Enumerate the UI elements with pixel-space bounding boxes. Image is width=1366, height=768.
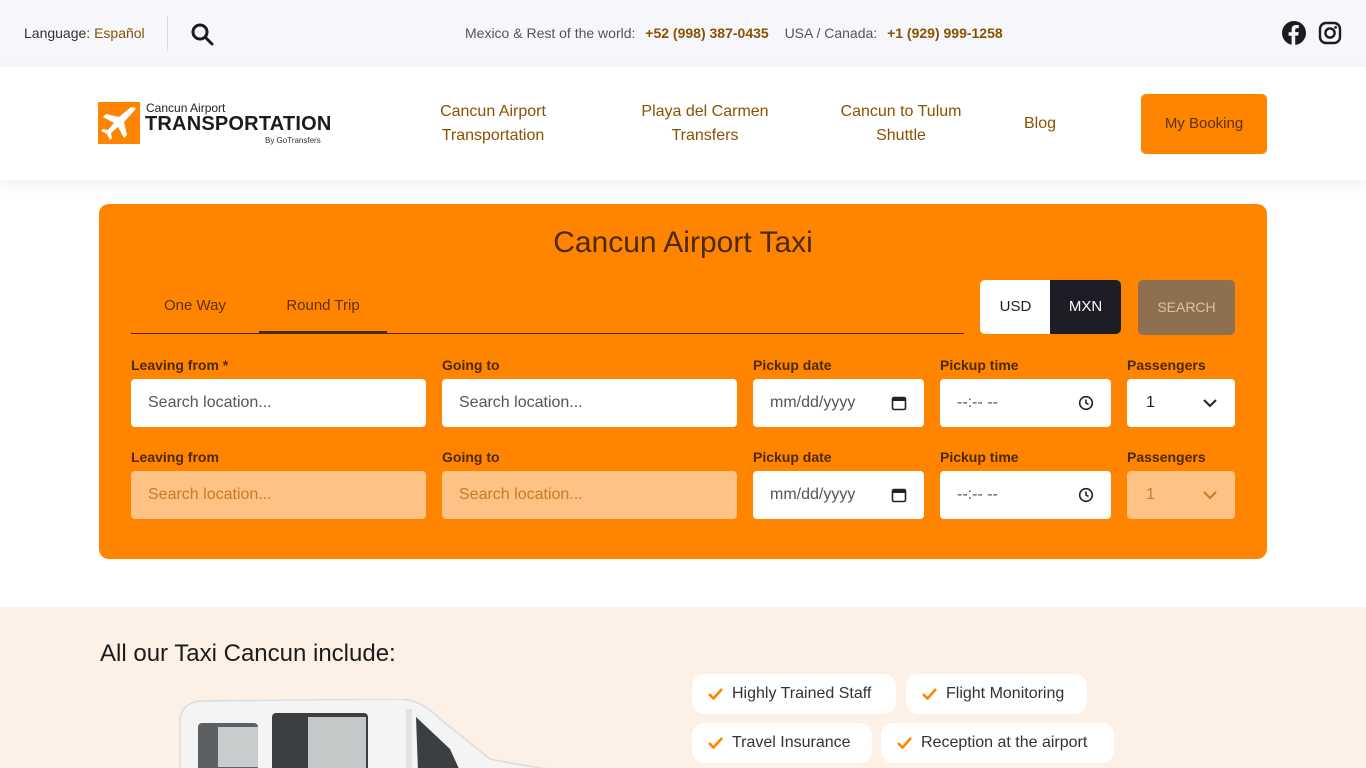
- feature-chip: Flight Monitoring: [906, 674, 1087, 714]
- booking-card: Cancun Airport Taxi One Way Round Trip U…: [99, 204, 1267, 559]
- pickup-date-label: Pickup date: [753, 357, 832, 373]
- going-to-label: Going to: [442, 357, 500, 373]
- feature-label: Flight Monitoring: [946, 685, 1065, 702]
- features-section: All our Taxi Cancun include: Highly Trai…: [0, 607, 1366, 768]
- chevron-down-icon: [1203, 399, 1217, 408]
- feature-label: Reception at the airport: [921, 734, 1088, 751]
- passengers-select[interactable]: 1: [1127, 379, 1235, 427]
- passengers-value: 1: [1146, 394, 1155, 411]
- return-going-to-input[interactable]: Search location...: [442, 471, 737, 519]
- nav-label-line1: Playa del Carmen: [641, 103, 769, 120]
- feature-chip: Travel Insurance: [692, 723, 872, 763]
- return-going-to-label: Going to: [442, 449, 500, 465]
- nav-label-line2: Transportation: [441, 127, 545, 144]
- language-switcher: Language: Español: [24, 25, 145, 41]
- feature-label: Highly Trained Staff: [732, 685, 872, 702]
- currency-usd-button[interactable]: USD: [980, 280, 1051, 334]
- usa-phone-link[interactable]: +1 (929) 999-1258: [887, 25, 1003, 41]
- site-logo[interactable]: Cancun Airport TRANSPORTATION By GoTrans…: [98, 101, 333, 147]
- feature-chip: Reception at the airport: [881, 723, 1114, 763]
- booking-title: Cancun Airport Taxi: [553, 226, 813, 259]
- date-value: mm/dd/yyyy: [770, 394, 856, 411]
- chevron-down-icon: [1203, 491, 1217, 500]
- search-button[interactable]: SEARCH: [1138, 280, 1235, 335]
- my-booking-button[interactable]: My Booking: [1141, 94, 1267, 154]
- contact-phones: Mexico & Rest of the world: +52 (998) 38…: [465, 25, 1015, 41]
- return-pickup-date-label: Pickup date: [753, 449, 832, 465]
- leaving-from-label: Leaving from *: [131, 357, 229, 373]
- nav-label-line2: Shuttle: [876, 127, 926, 144]
- passengers-label: Passengers: [1127, 357, 1206, 373]
- features-title: All our Taxi Cancun include:: [100, 640, 396, 667]
- pickup-time-input[interactable]: --:-- --: [940, 379, 1111, 427]
- nav-playa-transfers[interactable]: Playa del Carmen Transfers: [625, 100, 785, 148]
- divider: [167, 16, 168, 51]
- pickup-time-label: Pickup time: [940, 357, 1019, 373]
- return-leaving-from-label: Leaving from: [131, 449, 219, 465]
- feature-label: Travel Insurance: [732, 734, 851, 751]
- currency-mxn-button[interactable]: MXN: [1050, 280, 1121, 334]
- logo-title: TRANSPORTATION: [145, 113, 332, 135]
- airplane-logo-icon: [98, 102, 140, 144]
- tabs-underline: [131, 333, 964, 334]
- tab-round-trip[interactable]: Round Trip: [259, 282, 387, 334]
- top-bar: Language: Español Mexico & Rest of the w…: [0, 0, 1366, 67]
- leaving-from-input[interactable]: Search location...: [131, 379, 426, 427]
- return-pickup-date-input[interactable]: mm/dd/yyyy: [753, 471, 924, 519]
- usa-label: USA / Canada:: [784, 25, 878, 41]
- going-to-input[interactable]: Search location...: [442, 379, 737, 427]
- mexico-label: Mexico & Rest of the world:: [465, 25, 636, 41]
- search-icon[interactable]: [190, 22, 214, 46]
- return-pickup-time-label: Pickup time: [940, 449, 1019, 465]
- return-passengers-label: Passengers: [1127, 449, 1206, 465]
- instagram-icon[interactable]: [1318, 21, 1342, 45]
- check-icon: [708, 737, 723, 749]
- van-image: [179, 699, 546, 768]
- date-value: mm/dd/yyyy: [770, 486, 856, 503]
- clock-icon[interactable]: [1078, 487, 1094, 503]
- language-link[interactable]: Español: [94, 25, 145, 41]
- check-icon: [897, 737, 912, 749]
- main-header: Cancun Airport TRANSPORTATION By GoTrans…: [0, 67, 1366, 180]
- nav-label-line1: Cancun Airport: [440, 103, 546, 120]
- facebook-icon[interactable]: [1282, 21, 1306, 45]
- feature-chip: Highly Trained Staff: [692, 674, 896, 714]
- nav-tulum-shuttle[interactable]: Cancun to Tulum Shuttle: [821, 100, 981, 148]
- return-leaving-from-input[interactable]: Search location...: [131, 471, 426, 519]
- time-value: --:-- --: [957, 486, 998, 503]
- language-label: Language:: [24, 25, 91, 41]
- time-value: --:-- --: [957, 394, 998, 411]
- check-icon: [708, 688, 723, 700]
- return-pickup-time-input[interactable]: --:-- --: [940, 471, 1111, 519]
- calendar-icon[interactable]: [891, 487, 907, 503]
- nav-label-line1: Cancun to Tulum: [840, 103, 962, 120]
- mexico-phone-link[interactable]: +52 (998) 387-0435: [645, 25, 768, 41]
- clock-icon[interactable]: [1078, 395, 1094, 411]
- check-icon: [922, 688, 937, 700]
- nav-blog[interactable]: Blog: [1010, 112, 1070, 136]
- nav-airport-transportation[interactable]: Cancun Airport Transportation: [413, 100, 573, 148]
- nav-label-line2: Transfers: [671, 127, 739, 144]
- calendar-icon[interactable]: [891, 395, 907, 411]
- return-passengers-select[interactable]: 1: [1127, 471, 1235, 519]
- logo-byline: By GoTransfers: [265, 136, 321, 145]
- tab-one-way[interactable]: One Way: [131, 282, 259, 334]
- pickup-date-input[interactable]: mm/dd/yyyy: [753, 379, 924, 427]
- passengers-value: 1: [1146, 486, 1155, 503]
